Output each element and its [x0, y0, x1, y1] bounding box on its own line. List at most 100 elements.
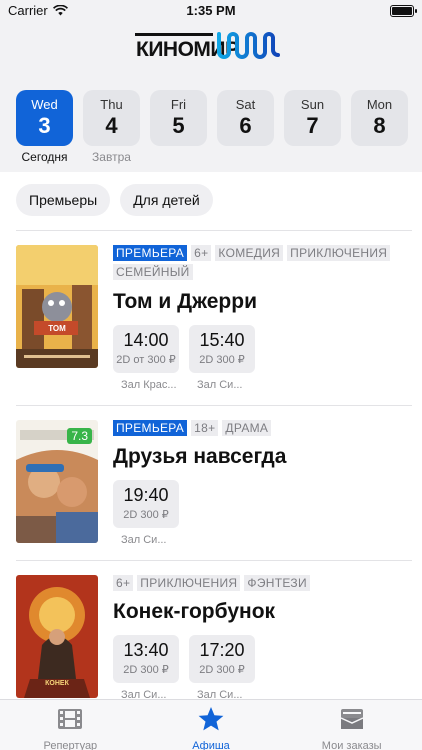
session-time: 17:20 — [199, 640, 245, 660]
date-weekday: Fri — [170, 97, 187, 112]
date-day-number: 8 — [373, 113, 386, 138]
genre-tag: ПРИКЛЮЧЕНИЯ — [287, 245, 391, 261]
session-card[interactable]: 17:20 2D 300 ₽ — [189, 635, 255, 683]
session-card[interactable]: 13:40 2D 300 ₽ — [113, 635, 179, 683]
date-selector: Wed 3 Сегодня Thu 4 Завтра Fri 5 Sat 6 Sun 7 Mon 8 — [16, 90, 408, 166]
session-time: 19:40 — [123, 485, 169, 505]
session-item[interactable]: 14:00 2D от 300 ₽ Зал Крас... — [113, 325, 179, 391]
genre-tag: 6+ — [113, 575, 134, 591]
tab-tickets[interactable]: Мои заказы — [281, 700, 422, 750]
genre-tag: СЕМЕЙНЫЙ — [113, 264, 193, 280]
date-card[interactable]: Mon 8 — [351, 90, 408, 146]
date-card[interactable]: Wed 3 — [16, 90, 73, 146]
date-caption: Завтра — [92, 150, 131, 164]
date-weekday: Sat — [235, 97, 256, 112]
date-card[interactable]: Sun 7 — [284, 90, 341, 146]
movie-poster[interactable]: ТОМ — [16, 245, 98, 368]
session-format-price: 2D от 300 ₽ — [116, 354, 176, 366]
filter-chip[interactable]: Для детей — [120, 184, 213, 216]
date-card[interactable]: Fri 5 — [150, 90, 207, 146]
session-item[interactable]: 19:40 2D 300 ₽ Зал Си... — [113, 480, 179, 546]
tickets-icon — [338, 706, 366, 737]
divider — [16, 230, 412, 231]
session-item[interactable]: 17:20 2D 300 ₽ Зал Си... — [189, 635, 255, 701]
movie-poster[interactable]: КОНЕК — [16, 575, 98, 698]
star-icon — [197, 706, 225, 737]
genre-tag: ФЭНТЕЗИ — [244, 575, 310, 591]
battery-icon — [390, 5, 417, 17]
tab-label: Репертуар — [43, 740, 98, 750]
movie-item[interactable]: КОНЕК 6+ ПРИКЛЮЧЕНИЯ ФЭНТЕЗИ Конек-горбунок 1… — [0, 560, 422, 701]
session-item[interactable]: 13:40 2D 300 ₽ Зал Си... — [113, 635, 179, 701]
svg-text:ТОМ: ТОМ — [48, 324, 66, 333]
session-format-price: 2D 300 ₽ — [199, 664, 245, 676]
status-time: 1:35 PM — [186, 3, 236, 18]
date-weekday: Mon — [366, 97, 393, 112]
date-caption — [351, 150, 408, 166]
movie-title[interactable]: Конек-горбунок — [113, 600, 275, 624]
date-day-number: 3 — [38, 113, 51, 138]
tab-star[interactable]: Афиша — [141, 700, 282, 750]
session-time: 14:00 — [123, 330, 169, 350]
divider — [16, 405, 412, 406]
film-icon — [56, 706, 84, 737]
date-caption — [150, 150, 207, 166]
date-weekday: Sun — [300, 97, 325, 112]
filter-chip[interactable]: Премьеры — [16, 184, 111, 216]
session-card[interactable]: 19:40 2D 300 ₽ — [113, 480, 179, 528]
session-hall: Зал Крас... — [121, 379, 177, 391]
session-list: 14:00 2D от 300 ₽ Зал Крас... 15:40 2D 300 ₽… — [113, 325, 255, 391]
genre-tag: ПРИКЛЮЧЕНИЯ — [137, 575, 241, 591]
status-bar: Carrier 1:35 PM — [0, 0, 422, 22]
tab-label: Афиша — [192, 740, 230, 750]
session-item[interactable]: 15:40 2D 300 ₽ Зал Си... — [189, 325, 255, 391]
premiere-badge: ПРЕМЬЕРА — [113, 245, 188, 261]
date-card[interactable]: Thu 4 — [83, 90, 140, 146]
genre-tags: ПРЕМЬЕРА 18+ ДРАМА — [113, 420, 413, 436]
filter-chips: Премьеры Для детей — [16, 184, 213, 216]
session-time: 15:40 — [199, 330, 245, 350]
session-format-price: 2D 300 ₽ — [123, 664, 169, 676]
session-format-price: 2D 300 ₽ — [199, 354, 245, 366]
tab-film[interactable]: Репертуар — [0, 700, 141, 750]
date-weekday: Wed — [31, 97, 58, 112]
movie-poster[interactable]: 7.3 — [16, 420, 98, 543]
session-format-price: 2D 300 ₽ — [123, 509, 169, 521]
date-caption — [217, 150, 274, 166]
rating-badge: 7.3 — [67, 428, 92, 444]
genre-tag: 18+ — [191, 420, 219, 436]
genre-tag: ДРАМА — [222, 420, 272, 436]
date-item[interactable]: Sat 6 — [217, 90, 274, 166]
date-item[interactable]: Sun 7 — [284, 90, 341, 166]
movie-title[interactable]: Друзья навсегда — [113, 445, 286, 469]
date-item[interactable]: Wed 3 Сегодня — [16, 90, 73, 166]
movie-item[interactable]: ТОМ ПРЕМЬЕРА 6+ КОМЕДИЯ ПРИКЛЮЧЕНИЯ СЕМЕЙНЫЙ Т… — [0, 230, 422, 405]
date-day-number: 5 — [172, 113, 185, 138]
genre-tags: 6+ ПРИКЛЮЧЕНИЯ ФЭНТЕЗИ — [113, 575, 413, 591]
header: КИНОМИР Wed 3 Сегодня Thu 4 Завтра Fri 5 Sat 6 Sun… — [0, 22, 422, 172]
date-item[interactable]: Fri 5 — [150, 90, 207, 166]
genre-tag: КОМЕДИЯ — [215, 245, 284, 261]
date-caption — [284, 150, 341, 166]
genre-tags: ПРЕМЬЕРА 6+ КОМЕДИЯ ПРИКЛЮЧЕНИЯ СЕМЕЙНЫЙ — [113, 245, 413, 280]
date-weekday: Thu — [100, 97, 123, 112]
premiere-badge: ПРЕМЬЕРА — [113, 420, 188, 436]
genre-tag: 6+ — [191, 245, 212, 261]
session-list: 19:40 2D 300 ₽ Зал Си... — [113, 480, 179, 546]
date-day-number: 7 — [306, 113, 319, 138]
date-item[interactable]: Mon 8 — [351, 90, 408, 166]
tab-label: Мои заказы — [321, 740, 382, 750]
divider — [16, 560, 412, 561]
session-card[interactable]: 14:00 2D от 300 ₽ — [113, 325, 179, 373]
session-hall: Зал Си... — [121, 534, 167, 546]
svg-text:КОНЕК: КОНЕК — [45, 680, 69, 687]
tab-bar: Репертуар Афиша Мои заказы — [0, 699, 422, 750]
movie-title[interactable]: Том и Джерри — [113, 290, 257, 314]
movie-item[interactable]: 7.3 ПРЕМЬЕРА 18+ ДРАМА Друзья навсегда 19:40 2… — [0, 405, 422, 580]
session-card[interactable]: 15:40 2D 300 ₽ — [189, 325, 255, 373]
date-card[interactable]: Sat 6 — [217, 90, 274, 146]
date-item[interactable]: Thu 4 Завтра — [83, 90, 140, 166]
date-caption: Сегодня — [21, 150, 68, 164]
date-day-number: 6 — [239, 113, 252, 138]
kinomir-logo: КИНОМИР — [135, 32, 280, 61]
